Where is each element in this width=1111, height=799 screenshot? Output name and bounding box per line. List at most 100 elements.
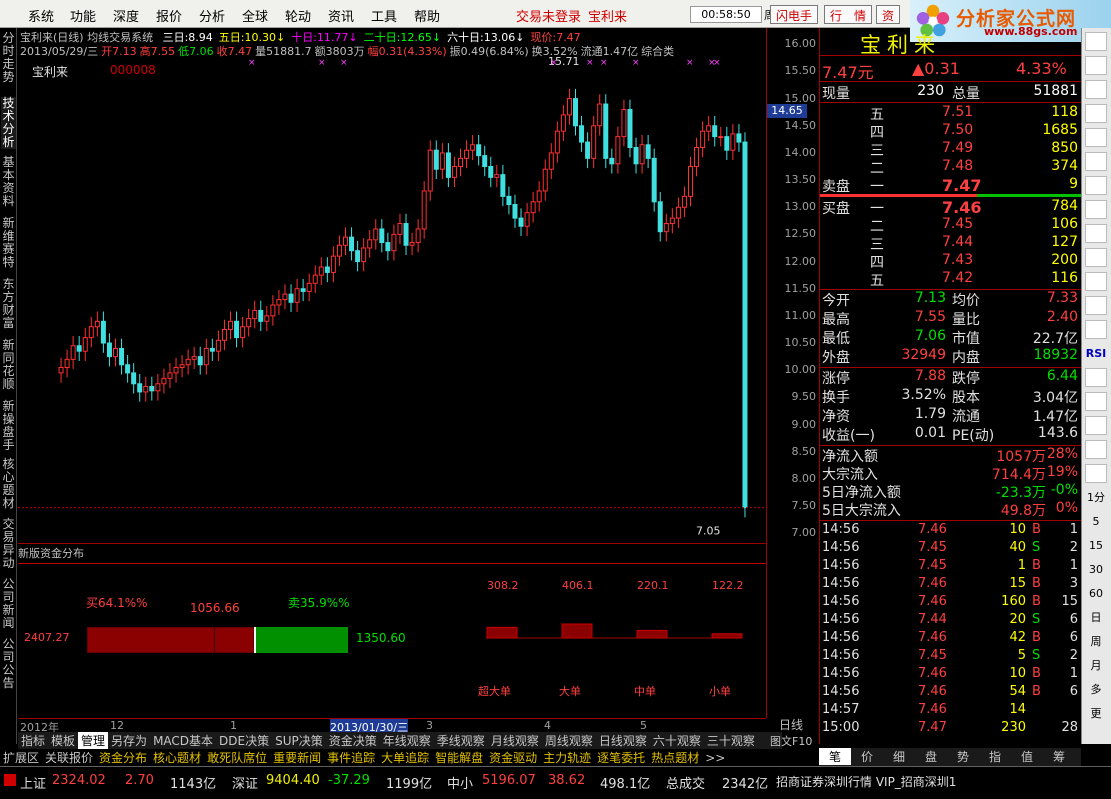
indicator-tab[interactable]: 模板 <box>48 732 78 749</box>
vtab-item[interactable]: 基本资料 <box>1 156 16 208</box>
right-tab[interactable]: 笔 <box>819 748 851 765</box>
vtab-item[interactable]: 东方财富 <box>1 278 16 330</box>
indicator-tab[interactable]: 周线观察 <box>542 732 596 749</box>
bid-row[interactable]: 三 7.44 127 <box>820 234 1082 253</box>
extension-tab[interactable]: 逐笔委托 <box>594 749 648 765</box>
right-tab[interactable]: 价 <box>851 748 883 765</box>
indicator-tab[interactable]: 日线观察 <box>596 732 650 749</box>
indicator-tab[interactable]: 资金决策 <box>326 732 380 749</box>
indicator-tab[interactable]: 季线观察 <box>434 732 488 749</box>
bid-row[interactable]: 买盘 一 7.46 784 <box>820 198 1082 217</box>
period-button[interactable]: 月 <box>1085 656 1107 675</box>
period-button[interactable]: 5 <box>1085 512 1107 531</box>
period-label[interactable]: 日线 <box>779 716 803 733</box>
ask-row[interactable]: 五 7.51 118 <box>820 104 1082 123</box>
extension-tab[interactable]: 敢死队席位 <box>204 749 270 765</box>
period-button[interactable]: 日 <box>1085 608 1107 627</box>
tool-icon[interactable] <box>1085 152 1107 171</box>
extension-tab[interactable]: 资金驱动 <box>486 749 540 765</box>
extension-tab[interactable]: 扩展区 <box>0 749 42 765</box>
vtab-item[interactable]: 技术分析 <box>1 97 16 149</box>
tool-icon[interactable] <box>1085 320 1107 339</box>
bid-row[interactable]: 四 7.43 200 <box>820 252 1082 271</box>
menu-item[interactable]: 分析 <box>199 6 225 25</box>
tool-icon[interactable] <box>1085 80 1107 99</box>
period-button[interactable]: 更 <box>1085 704 1107 723</box>
extension-tab[interactable]: 资金分布 <box>96 749 150 765</box>
extension-tab[interactable]: 热点题材 <box>648 749 702 765</box>
menu-item[interactable]: 全球 <box>242 6 268 25</box>
tool-icon[interactable] <box>1085 176 1107 195</box>
period-button[interactable]: 多 <box>1085 680 1107 699</box>
menu-item[interactable]: 报价 <box>156 6 182 25</box>
bid-row[interactable]: 五 7.42 116 <box>820 270 1082 289</box>
info-button[interactable]: 资 <box>876 5 901 24</box>
right-tab[interactable]: 值 <box>1011 748 1043 765</box>
menu-item[interactable]: 工具 <box>371 6 397 25</box>
menu-item[interactable]: 帮助 <box>414 6 440 25</box>
vtab-item[interactable]: 新维赛特 <box>1 217 16 269</box>
indicator-tab[interactable]: 另存为 <box>108 732 150 749</box>
menu-item[interactable]: 功能 <box>70 6 96 25</box>
menu-item[interactable]: 深度 <box>113 6 139 25</box>
extension-tab[interactable]: 重要新闻 <box>270 749 324 765</box>
indicator-tab[interactable]: SUP决策 <box>272 732 326 749</box>
extension-tab[interactable]: >> <box>702 751 728 765</box>
tool-icon[interactable] <box>1085 368 1107 387</box>
right-tab[interactable]: 细 <box>883 748 915 765</box>
extension-tab[interactable]: 关联报价 <box>42 749 96 765</box>
tool-icon[interactable] <box>1085 56 1107 75</box>
period-button[interactable]: RSI <box>1085 344 1107 363</box>
menu-item[interactable]: 系统 <box>28 6 54 25</box>
indicator-tab[interactable]: 管理 <box>78 732 109 749</box>
indicator-tab[interactable]: MACD基本 <box>150 732 216 749</box>
vtab-item[interactable]: 核心题材 <box>1 458 16 510</box>
vtab-item[interactable]: 新同花顺 <box>1 339 16 391</box>
indicator-tab[interactable]: 六十观察 <box>650 732 704 749</box>
indicator-tab[interactable]: 三十观察 <box>704 732 758 749</box>
vtab-item[interactable]: 分时走势 <box>1 32 16 84</box>
quote-button[interactable]: 行 情 <box>824 5 873 24</box>
right-tab[interactable]: 指 <box>979 748 1011 765</box>
extension-tab[interactable]: 核心题材 <box>150 749 204 765</box>
indicator-tab[interactable]: 指标 <box>18 732 48 749</box>
tool-icon[interactable] <box>1085 128 1107 147</box>
tool-icon[interactable] <box>1085 464 1107 483</box>
kline-chart[interactable]: 宝利来(日线) 均线交易系统 三日:8.94 五日:10.30↓ 十日:11.77↓… <box>18 28 766 544</box>
vtab-item[interactable]: 新操盘手 <box>1 400 16 452</box>
period-button[interactable]: 30 <box>1085 560 1107 579</box>
tool-icon[interactable] <box>1085 296 1107 315</box>
ask-row[interactable]: 四 7.50 1685 <box>820 122 1082 141</box>
indicator-tab[interactable]: 年线观察 <box>380 732 434 749</box>
indicator-tab[interactable]: 月线观察 <box>488 732 542 749</box>
menu-item[interactable]: 资讯 <box>328 6 354 25</box>
tool-icon[interactable] <box>1085 248 1107 267</box>
extension-tab[interactable]: 主力轨迹 <box>540 749 594 765</box>
flash-trade-button[interactable]: 闪电手 <box>770 5 819 24</box>
extension-tab[interactable]: 事件追踪 <box>324 749 378 765</box>
login-status[interactable]: 交易未登录 <box>516 6 581 25</box>
bid-row[interactable]: 二 7.45 106 <box>820 216 1082 235</box>
tool-icon[interactable] <box>1085 32 1107 51</box>
ask-row[interactable]: 二 7.48 374 <box>820 158 1082 177</box>
right-tab[interactable]: 盘 <box>915 748 947 765</box>
tool-icon[interactable] <box>1085 416 1107 435</box>
vtab-item[interactable]: 公司新闻 <box>1 578 16 630</box>
indicator-tab[interactable]: DDE决策 <box>216 732 272 749</box>
period-button[interactable]: 周 <box>1085 632 1107 651</box>
right-tab[interactable]: 势 <box>947 748 979 765</box>
tool-icon[interactable] <box>1085 224 1107 243</box>
vtab-item[interactable]: 公司公告 <box>1 638 16 690</box>
menu-item[interactable]: 轮动 <box>285 6 311 25</box>
tool-icon[interactable] <box>1085 272 1107 291</box>
ask-row[interactable]: 卖盘 一 7.47 9 <box>820 176 1082 195</box>
f10-tab[interactable]: 图文F10 <box>770 733 812 749</box>
period-button[interactable]: 60 <box>1085 584 1107 603</box>
tool-icon[interactable] <box>1085 440 1107 459</box>
tool-icon[interactable] <box>1085 392 1107 411</box>
period-button[interactable]: 15 <box>1085 536 1107 555</box>
vtab-item[interactable]: 交易异动 <box>1 518 16 570</box>
ask-row[interactable]: 三 7.49 850 <box>820 140 1082 159</box>
extension-tab[interactable]: 大单追踪 <box>378 749 432 765</box>
period-button[interactable]: 1分 <box>1085 488 1107 507</box>
